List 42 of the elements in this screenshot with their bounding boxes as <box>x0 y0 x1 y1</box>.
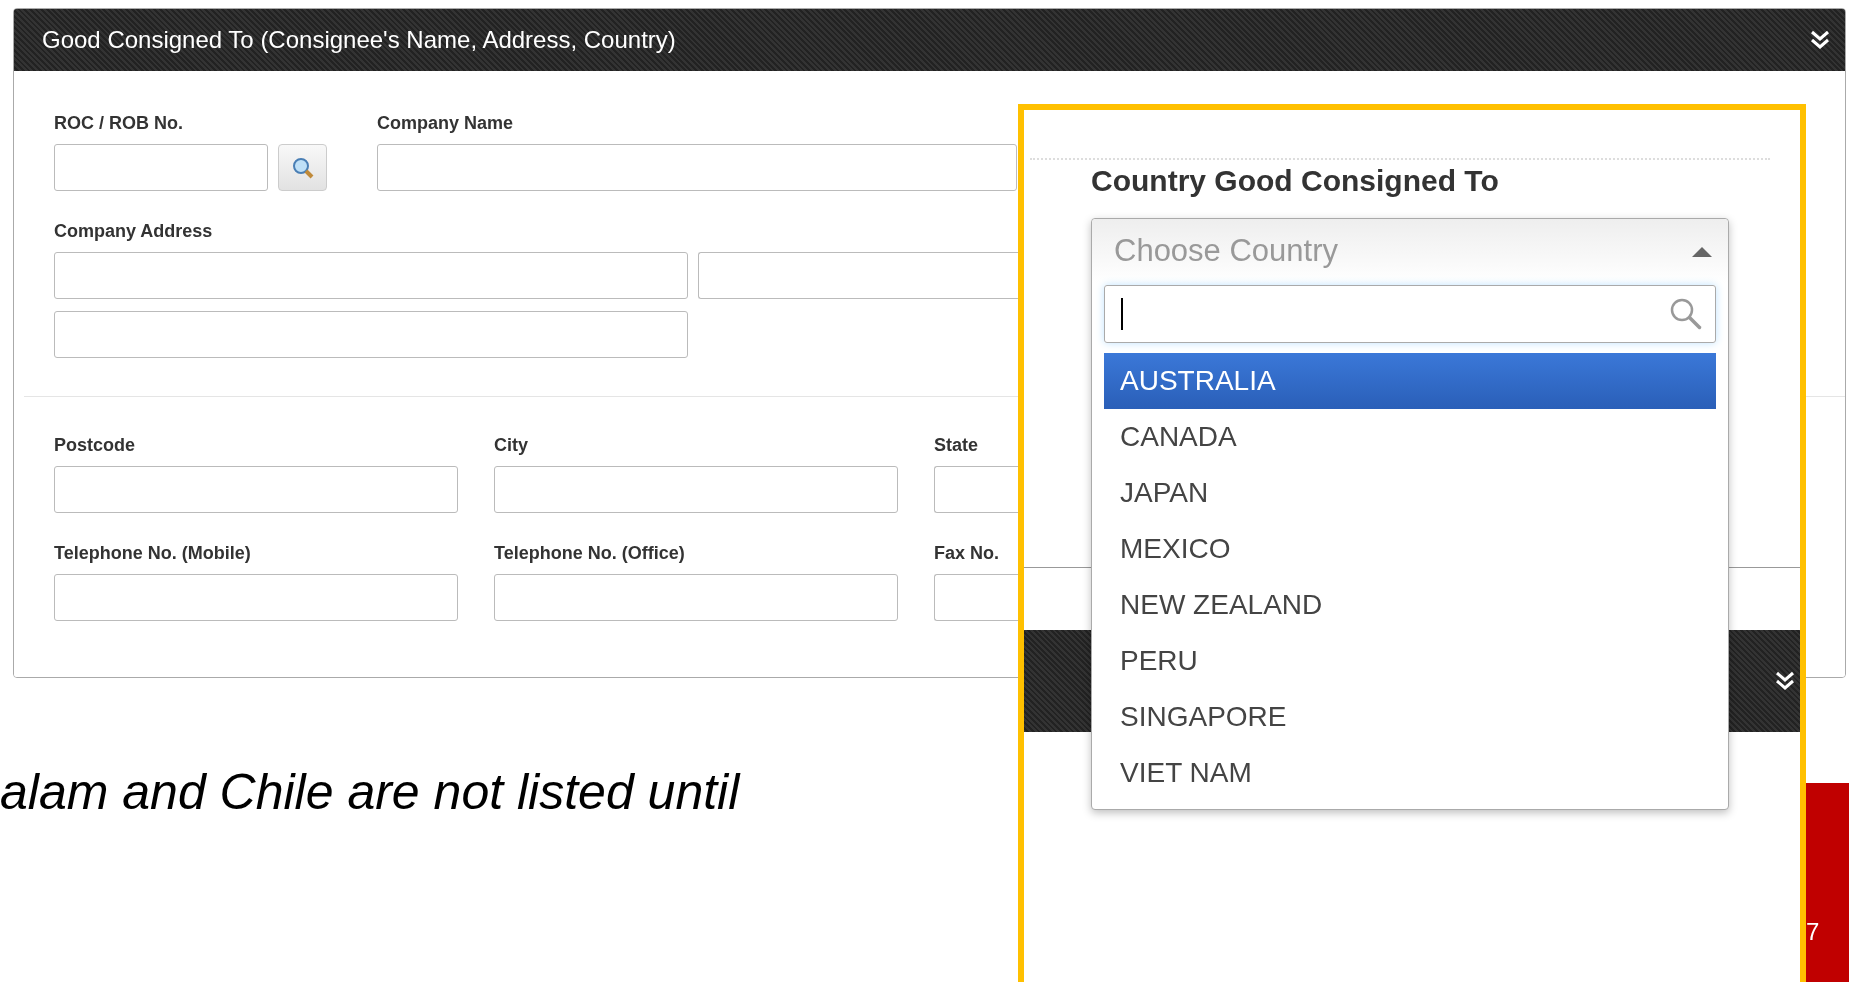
input-field[interactable] <box>54 252 688 299</box>
panel-title: Good Consigned To (Consignee's Name, Address, Country) <box>42 26 676 54</box>
input-field[interactable] <box>54 311 688 358</box>
field-label: Fax No. <box>934 543 1000 565</box>
field-label: Postcode <box>54 435 137 457</box>
input-field[interactable] <box>494 466 898 513</box>
panel-header[interactable]: Good Consigned To (Consignee's Name, Address, Country) <box>14 9 1845 71</box>
field-label: Company Address <box>54 221 214 243</box>
input-field[interactable] <box>934 466 1020 513</box>
input-field[interactable] <box>698 252 1018 299</box>
country-option[interactable]: SINGAPORE <box>1104 689 1716 745</box>
field-label: Telephone No. (Office) <box>494 543 686 565</box>
field-label: ROC / ROB No. <box>54 113 184 135</box>
expand-chevron-icon[interactable] <box>1774 670 1796 692</box>
field-label: State <box>934 435 979 457</box>
country-option[interactable]: NEW ZEALAND <box>1104 577 1716 633</box>
search-field[interactable] <box>1104 285 1716 343</box>
text-cursor <box>1121 298 1123 330</box>
country-option[interactable]: VIET NAM <box>1104 745 1716 801</box>
field-label: City <box>494 435 529 457</box>
input-field[interactable] <box>54 574 458 621</box>
search-icon <box>1669 297 1703 331</box>
lookup-button[interactable] <box>278 144 327 191</box>
slide-note-text: alam and Chile are not listed until <box>0 763 740 821</box>
country-option[interactable]: CANADA <box>1104 409 1716 465</box>
country-option[interactable]: MEXICO <box>1104 521 1716 577</box>
country-option[interactable]: JAPAN <box>1104 465 1716 521</box>
expand-chevron-icon[interactable] <box>1809 29 1831 51</box>
country-option[interactable]: AUSTRALIA <box>1104 353 1716 409</box>
field-label: Company Name <box>377 113 515 135</box>
page-number: 7 <box>1806 918 1820 946</box>
input-field[interactable] <box>494 574 898 621</box>
caret-icon <box>1692 245 1712 257</box>
input-field[interactable] <box>54 466 458 513</box>
search-icon <box>290 155 315 180</box>
input-field[interactable] <box>934 574 1020 621</box>
select-placeholder: Choose Country <box>1114 233 1338 269</box>
country-option[interactable]: PERU <box>1104 633 1716 689</box>
field-label: Country Good Consigned To <box>1091 164 1499 198</box>
input-field[interactable] <box>54 144 268 191</box>
input-field[interactable] <box>377 144 1017 191</box>
field-label: Telephone No. (Mobile) <box>54 543 252 565</box>
